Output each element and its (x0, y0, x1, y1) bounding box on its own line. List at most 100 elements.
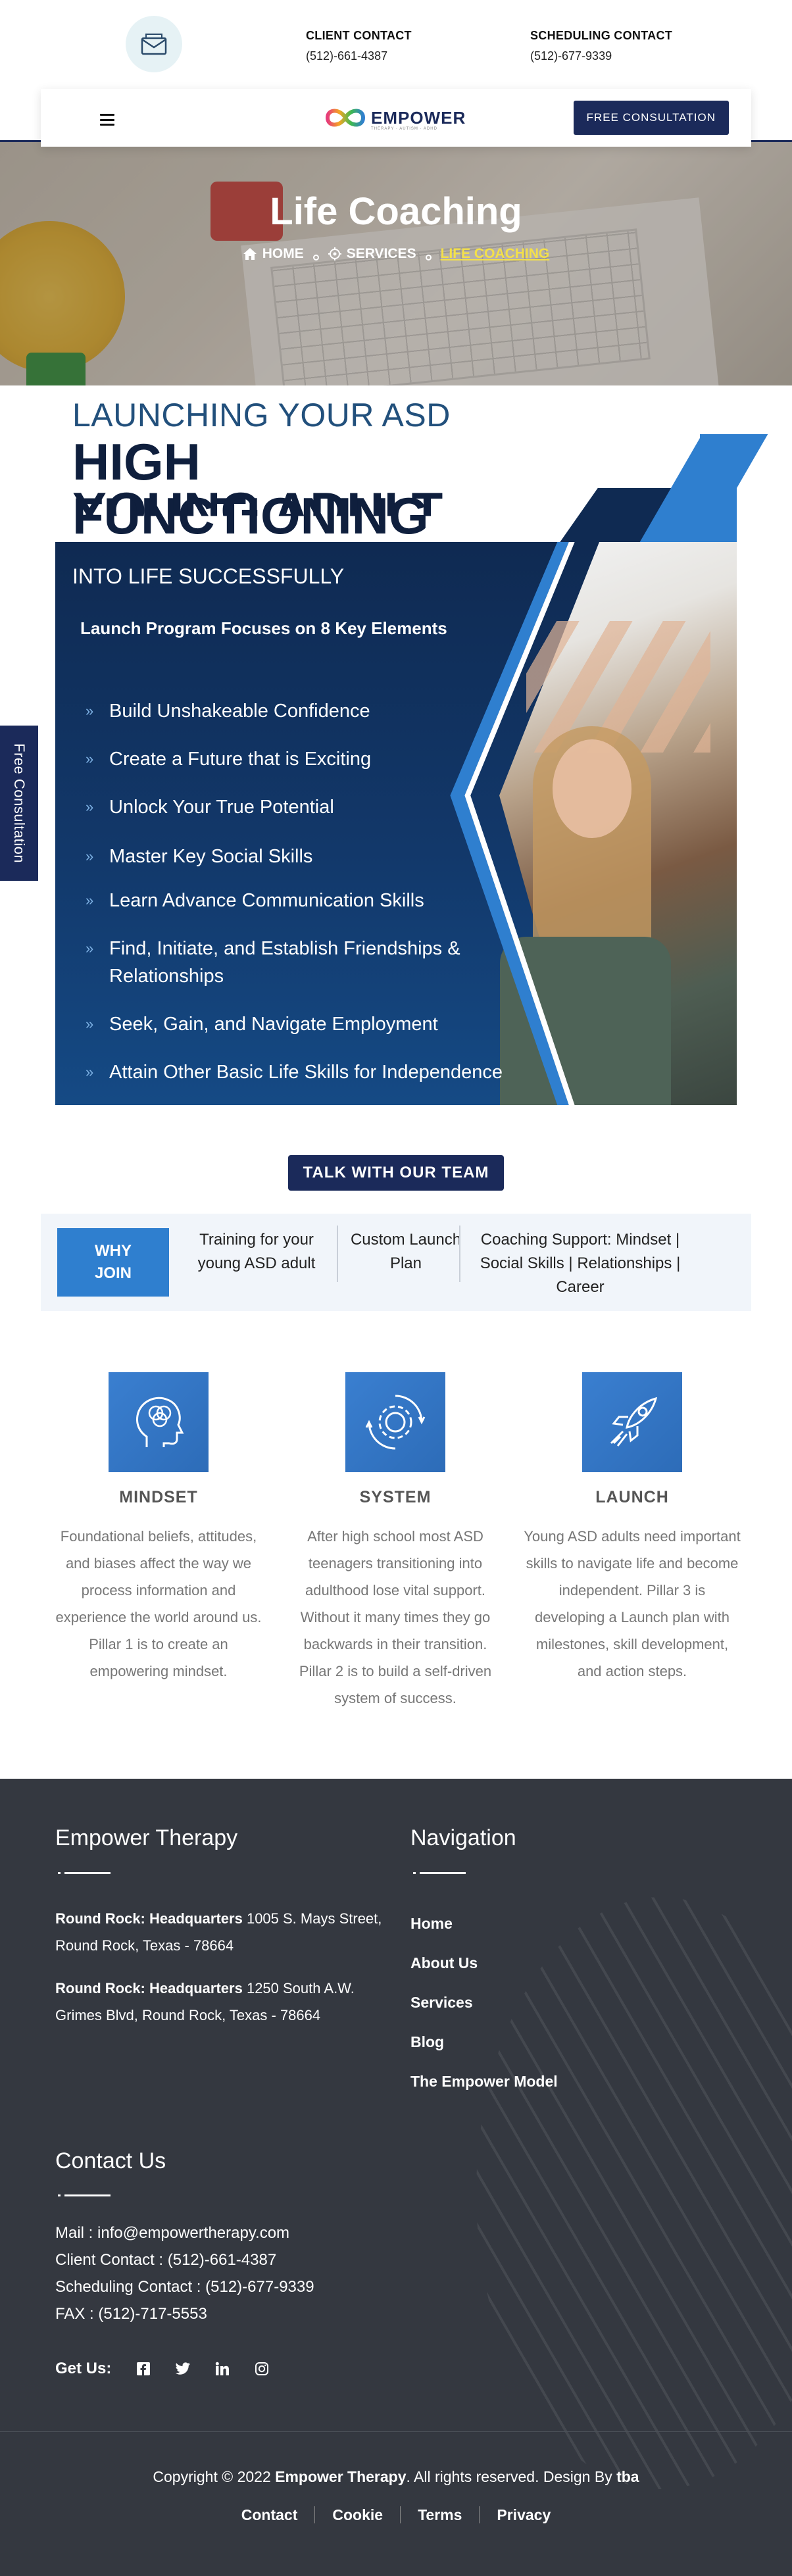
pillar-text: After high school most ASD teenagers tra… (299, 1528, 492, 1706)
breadcrumb-services-label: SERVICES (346, 246, 416, 261)
instagram-icon[interactable] (251, 2358, 273, 2380)
footer-nav-heading: Navigation (410, 1825, 516, 1850)
breadcrumb-separator (312, 254, 319, 260)
hamburger-menu-icon[interactable] (100, 114, 114, 126)
list-item-text: Seek, Gain, and Navigate Employment (109, 1014, 438, 1035)
footer-legal-links: Contact Cookie Terms Privacy (0, 2506, 792, 2523)
pillar-text: Foundational beliefs, attitudes, and bia… (55, 1528, 262, 1679)
talk-with-team-button[interactable]: TALK WITH OUR TEAM (288, 1155, 504, 1191)
copyright: Copyright © 2022 Empower Therapy. All ri… (0, 2468, 792, 2486)
pillar-title: SYSTEM (359, 1488, 432, 1506)
footer-link-contact[interactable]: Contact (224, 2506, 315, 2523)
chevron-right-icon: » (86, 892, 94, 908)
footer-brand-heading: Empower Therapy (55, 1825, 238, 1850)
mail-icon[interactable] (126, 16, 182, 72)
head-brain-icon (109, 1372, 209, 1472)
list-item: » Find, Initiate, and Establish Friendshi… (86, 935, 533, 990)
heading-underline (58, 2194, 111, 2196)
copyright-middle: . All rights reserved. Design By (406, 2468, 612, 2485)
twitter-icon[interactable] (172, 2358, 194, 2380)
contact-mail[interactable]: Mail : info@empowertherapy.com (55, 2219, 314, 2246)
contact-scheduling[interactable]: Scheduling Contact : (512)-677-9339 (55, 2273, 314, 2300)
facebook-icon[interactable] (132, 2358, 155, 2380)
contact-client[interactable]: Client Contact : (512)-661-4387 (55, 2246, 314, 2273)
target-icon (328, 247, 341, 260)
chevron-right-icon: » (86, 940, 94, 956)
chevron-right-icon: » (86, 1016, 94, 1032)
list-item: » Unlock Your True Potential (86, 793, 533, 821)
breadcrumb-current: LIFE COACHING (440, 246, 550, 261)
footer-nav-home[interactable]: Home (410, 1904, 558, 1943)
footer-nav-empower-model[interactable]: The Empower Model (410, 2062, 558, 2101)
hero-overlay (0, 142, 792, 385)
why-join-item: Coaching Support: Mindset | Social Skill… (480, 1231, 681, 1296)
address-2-name: Round Rock: Headquarters (55, 1980, 243, 1996)
chevron-right-icon: » (86, 751, 94, 767)
linkedin-icon[interactable] (211, 2358, 234, 2380)
footer-nav-services[interactable]: Services (410, 1983, 558, 2022)
page-title: Life Coaching (270, 190, 522, 233)
copyright-prefix: Copyright © 2022 (153, 2468, 271, 2485)
social-links: Get Us: (55, 2358, 273, 2380)
pillar-launch: LAUNCH Young ASD adults need important s… (524, 1372, 741, 1685)
why-join-badge-label: WHY JOIN (94, 1242, 132, 1282)
logo-text: EMPOWER (371, 107, 466, 128)
footer-contact-heading: Contact Us (55, 2148, 166, 2173)
main-navbar: EMPOWER THERAPY · AUTISM · ADHD FREE CON… (41, 89, 751, 147)
contact-fax: FAX : (512)-717-5553 (55, 2305, 207, 2323)
list-item-text: Attain Other Basic Life Skills for Indep… (109, 1062, 503, 1083)
list-item: » Build Unshakeable Confidence (86, 697, 533, 725)
pillar-mindset: MINDSET Foundational beliefs, attitudes,… (50, 1372, 267, 1685)
pillar-system: SYSTEM After high school most ASD teenag… (287, 1372, 504, 1712)
breadcrumb-services[interactable]: SERVICES (328, 246, 416, 262)
list-item: » Attain Other Basic Life Skills for Inde… (86, 1058, 533, 1086)
copyright-designer[interactable]: tba (616, 2468, 639, 2485)
free-consultation-button[interactable]: FREE CONSULTATION (573, 101, 729, 135)
divider (459, 1226, 460, 1282)
copyright-brand[interactable]: Empower Therapy (275, 2468, 406, 2485)
free-consultation-side-tab[interactable]: Free Consultation (0, 726, 38, 881)
scheduling-contact-phone[interactable]: (512)-677-9339 (530, 49, 672, 63)
list-item-text: Master Key Social Skills (109, 846, 313, 867)
group-photo-face (553, 739, 631, 838)
list-item-text: Build Unshakeable Confidence (109, 701, 370, 722)
rocket-icon (582, 1372, 682, 1472)
address-2: Round Rock: Headquarters 1250 South A.W.… (55, 1975, 397, 2029)
client-contact-label: CLIENT CONTACT (306, 29, 412, 42)
footer-nav: Home About Us Services Blog The Empower … (410, 1904, 558, 2101)
list-item: » Create a Future that is Exciting (86, 745, 533, 773)
footer-link-cookie[interactable]: Cookie (314, 2506, 400, 2523)
list-item-text: Find, Initiate, and Establish Friendship… (109, 938, 460, 987)
key-elements-list: » Build Unshakeable Confidence » Create a … (86, 697, 533, 1086)
breadcrumb-separator (425, 254, 432, 260)
footer-divider (0, 2431, 792, 2432)
footer-nav-blog[interactable]: Blog (410, 2022, 558, 2062)
heading-underline (413, 1872, 466, 1874)
hero-banner: Life Coaching HOME SERVICES LIFE COACHIN… (0, 142, 792, 385)
list-item: » Learn Advance Communication Skills (86, 887, 533, 914)
breadcrumb-home[interactable]: HOME (243, 246, 304, 262)
logo[interactable]: EMPOWER THERAPY · AUTISM · ADHD (324, 105, 466, 131)
gear-cycle-icon (345, 1372, 445, 1472)
client-contact: CLIENT CONTACT (512)-661-4387 (306, 29, 412, 63)
pillar-title: LAUNCH (595, 1488, 669, 1506)
footer-link-terms[interactable]: Terms (400, 2506, 479, 2523)
footer-link-privacy[interactable]: Privacy (479, 2506, 568, 2523)
launch-heading-line2: HIGH (72, 433, 201, 491)
footer (0, 1779, 792, 2576)
why-join-item: Custom Launch Plan (350, 1231, 462, 1272)
divider (337, 1226, 338, 1282)
scheduling-contact: SCHEDULING CONTACT (512)-677-9339 (530, 29, 672, 63)
address-1-name: Round Rock: Headquarters (55, 1910, 243, 1927)
list-item-text: Learn Advance Communication Skills (109, 890, 424, 911)
breadcrumb: HOME SERVICES LIFE COACHING (0, 246, 792, 262)
scheduling-contact-label: SCHEDULING CONTACT (530, 29, 673, 42)
client-contact-phone[interactable]: (512)-661-4387 (306, 49, 412, 63)
footer-nav-about[interactable]: About Us (410, 1943, 558, 1983)
side-tab-label: Free Consultation (11, 743, 28, 864)
chevron-right-icon: » (86, 1064, 94, 1080)
logo-tagline: THERAPY · AUTISM · ADHD (371, 127, 437, 131)
why-join-bar: WHY JOIN Training for your young ASD adu… (41, 1214, 751, 1311)
list-item: » Master Key Social Skills (86, 843, 533, 870)
decor-stripe-blue (700, 434, 737, 542)
